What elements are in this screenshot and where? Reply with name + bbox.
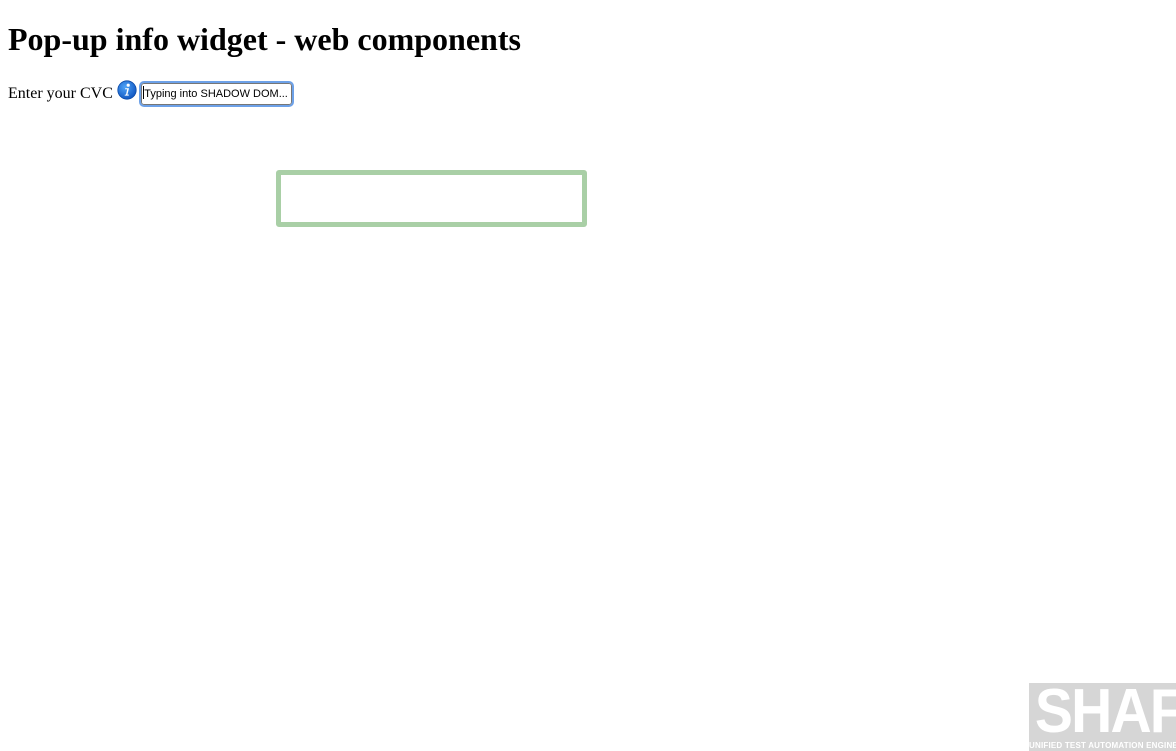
shaft-logo-tagline: UNIFIED TEST AUTOMATION ENGINE xyxy=(1029,741,1176,750)
info-popup xyxy=(276,170,587,227)
cvc-input-value: Typing into SHADOW DOM... xyxy=(144,88,288,100)
cvc-label: Enter your CVC xyxy=(8,85,113,102)
shaft-logo: SHAFT UNIFIED TEST AUTOMATION ENGINE xyxy=(1029,683,1176,751)
cvc-input[interactable]: Typing into SHADOW DOM... xyxy=(138,81,294,107)
cvc-row: Enter your CVC Typing into SHADOW DOM... xyxy=(8,79,294,109)
shaft-logo-word: SHAFT xyxy=(1034,683,1176,746)
info-icon[interactable] xyxy=(117,80,137,100)
page-title: Pop-up info widget - web components xyxy=(8,21,521,57)
